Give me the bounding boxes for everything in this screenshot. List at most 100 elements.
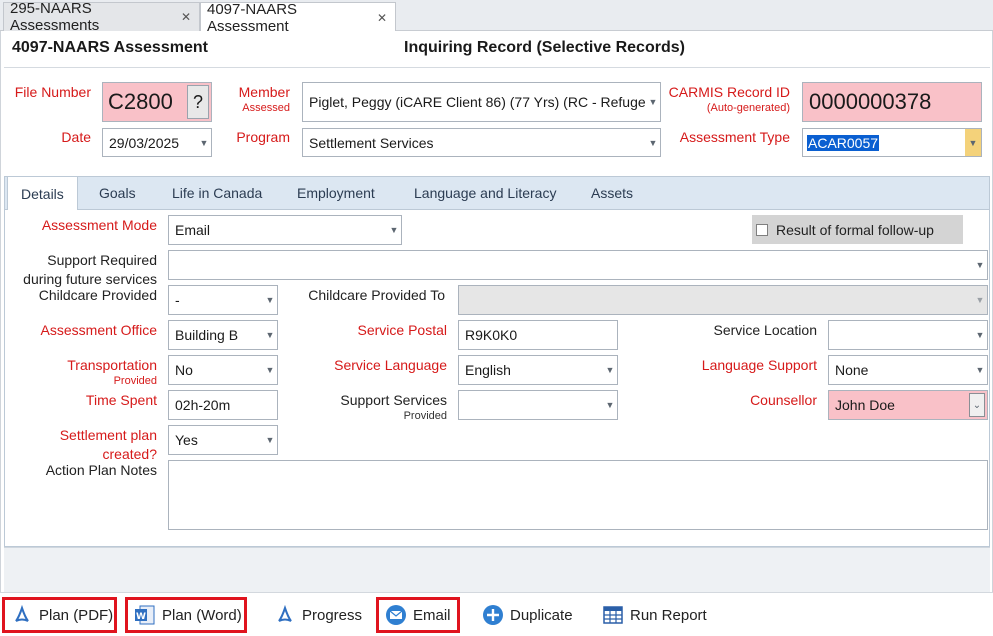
pdf-icon xyxy=(274,604,296,626)
settlement-plan-select[interactable]: Yes ▼ xyxy=(168,425,278,455)
tab-employment[interactable]: Employment xyxy=(297,176,375,210)
service-location-label: Service Location xyxy=(713,322,817,338)
word-icon: W xyxy=(134,604,156,626)
doc-tab-assessments[interactable]: 295-NAARS Assessments ✕ xyxy=(3,0,200,34)
plus-circle-icon xyxy=(482,604,504,626)
childcare-provided-label: Childcare Provided xyxy=(38,287,157,303)
duplicate-button[interactable]: Duplicate xyxy=(476,597,586,633)
email-icon xyxy=(385,604,407,626)
childcare-provided-to-select[interactable]: ▼ xyxy=(458,285,988,315)
assessment-type-label: Assessment Type xyxy=(679,129,790,145)
assessment-mode-select[interactable]: Email ▼ xyxy=(168,215,402,245)
childcare-provided-select[interactable]: - ▼ xyxy=(168,285,278,315)
tab-assets[interactable]: Assets xyxy=(591,176,633,210)
service-postal-input[interactable]: R9K0K0 xyxy=(458,320,618,350)
member-label: Member xyxy=(238,84,290,100)
plan-pdf-label: Plan (PDF) xyxy=(39,606,114,624)
email-label: Email xyxy=(413,606,451,624)
report-grid-icon xyxy=(602,604,624,626)
settlement-plan-label-2: created? xyxy=(102,446,157,462)
member-sublabel: Assessed xyxy=(242,102,290,114)
service-language-select[interactable]: English ▼ xyxy=(458,355,618,385)
chevron-down-icon[interactable]: ▼ xyxy=(973,286,987,314)
file-number-field[interactable]: C2800 ? xyxy=(102,82,212,122)
chevron-down-icon[interactable]: ▼ xyxy=(965,129,981,156)
pdf-icon xyxy=(11,604,33,626)
chevron-down-icon[interactable]: ⌄ xyxy=(969,393,985,417)
progress-label: Progress xyxy=(302,606,363,624)
childcare-provided-to-label: Childcare Provided To xyxy=(308,287,445,303)
run-report-label: Run Report xyxy=(630,606,707,624)
assessment-office-label: Assessment Office xyxy=(40,322,157,338)
carmis-record-id-field: 0000000378 xyxy=(802,82,982,122)
counsellor-label: Counsellor xyxy=(750,392,817,408)
transportation-select[interactable]: No ▼ xyxy=(168,355,278,385)
plan-word-label: Plan (Word) xyxy=(162,606,242,624)
chevron-down-icon[interactable]: ▼ xyxy=(603,391,617,419)
language-support-select[interactable]: None ▼ xyxy=(828,355,988,385)
chevron-down-icon[interactable]: ▼ xyxy=(263,356,277,384)
formal-followup-checkbox[interactable]: Result of formal follow-up xyxy=(752,215,963,244)
chevron-down-icon[interactable]: ▼ xyxy=(973,321,987,349)
doc-tab-label: 4097-NAARS Assessment xyxy=(207,0,298,35)
carmis-label: CARMIS Record ID xyxy=(668,84,790,100)
chevron-down-icon[interactable]: ▼ xyxy=(646,129,660,156)
language-support-label: Language Support xyxy=(701,357,817,373)
checkbox-icon[interactable] xyxy=(756,223,768,236)
close-icon[interactable]: ✕ xyxy=(181,10,191,24)
header-divider xyxy=(4,67,990,68)
service-postal-label: Service Postal xyxy=(357,322,447,338)
page-subtitle: Inquiring Record (Selective Records) xyxy=(404,39,685,56)
close-icon[interactable]: ✕ xyxy=(377,11,387,25)
svg-text:W: W xyxy=(136,612,146,622)
tab-language-and-literacy[interactable]: Language and Literacy xyxy=(414,176,556,210)
counsellor-select[interactable]: John Doe ⌄ xyxy=(828,390,988,420)
run-report-button[interactable]: Run Report xyxy=(596,597,714,633)
transportation-sublabel: Provided xyxy=(113,375,157,387)
member-select[interactable]: Piglet, Peggy (iCARE Client 86) (77 Yrs)… xyxy=(302,82,661,122)
chevron-down-icon[interactable]: ▼ xyxy=(263,426,277,454)
chevron-down-icon[interactable]: ▼ xyxy=(603,356,617,384)
assessment-type-select[interactable]: ACAR0057 ▼ xyxy=(802,128,982,157)
doc-tab-current-assessment[interactable]: 4097-NAARS Assessment ✕ xyxy=(200,0,396,35)
help-button[interactable]: ? xyxy=(187,85,209,119)
service-language-label: Service Language xyxy=(334,357,447,373)
plan-pdf-button[interactable]: Plan (PDF) xyxy=(2,597,117,633)
settlement-plan-label: Settlement plan xyxy=(59,427,157,443)
transportation-label: Transportation xyxy=(67,357,157,373)
plan-word-button[interactable]: W Plan (Word) xyxy=(125,597,247,633)
support-required-select[interactable]: ▼ xyxy=(168,250,988,280)
carmis-sublabel: (Auto-generated) xyxy=(706,102,790,114)
action-plan-notes-textarea[interactable] xyxy=(168,460,988,530)
time-spent-label: Time Spent xyxy=(85,392,157,408)
date-picker[interactable]: 29/03/2025 ▼ xyxy=(102,128,212,157)
chevron-down-icon[interactable]: ▼ xyxy=(263,321,277,349)
duplicate-label: Duplicate xyxy=(510,606,573,624)
time-spent-input[interactable]: 02h-20m xyxy=(168,390,278,420)
service-location-select[interactable]: ▼ xyxy=(828,320,988,350)
assessment-mode-label: Assessment Mode xyxy=(41,217,157,233)
chevron-down-icon[interactable]: ▼ xyxy=(387,216,401,244)
panel-bottom-strip xyxy=(4,547,990,592)
assessment-office-select[interactable]: Building B ▼ xyxy=(168,320,278,350)
tab-life-in-canada[interactable]: Life in Canada xyxy=(172,176,262,210)
support-required-label-2: during future services xyxy=(23,271,157,287)
program-select[interactable]: Settlement Services ▼ xyxy=(302,128,661,157)
support-services-select[interactable]: ▼ xyxy=(458,390,618,420)
action-plan-notes-label: Action Plan Notes xyxy=(45,462,157,478)
chevron-down-icon[interactable]: ▼ xyxy=(973,251,987,279)
formal-followup-label: Result of formal follow-up xyxy=(776,221,934,238)
tab-goals[interactable]: Goals xyxy=(99,176,136,210)
chevron-down-icon[interactable]: ▼ xyxy=(263,286,277,314)
email-button[interactable]: Email xyxy=(376,597,460,633)
progress-button[interactable]: Progress xyxy=(268,597,368,633)
tab-details[interactable]: Details xyxy=(7,176,78,211)
support-services-sublabel: Provided xyxy=(403,410,447,422)
chevron-down-icon[interactable]: ▼ xyxy=(973,356,987,384)
chevron-down-icon[interactable]: ▼ xyxy=(197,129,211,156)
support-services-label: Support Services xyxy=(340,392,447,408)
chevron-down-icon[interactable]: ▼ xyxy=(646,83,660,121)
program-label: Program xyxy=(236,129,290,145)
doc-tab-label: 295-NAARS Assessments xyxy=(10,0,100,34)
page-title: 4097-NAARS Assessment xyxy=(12,39,208,56)
